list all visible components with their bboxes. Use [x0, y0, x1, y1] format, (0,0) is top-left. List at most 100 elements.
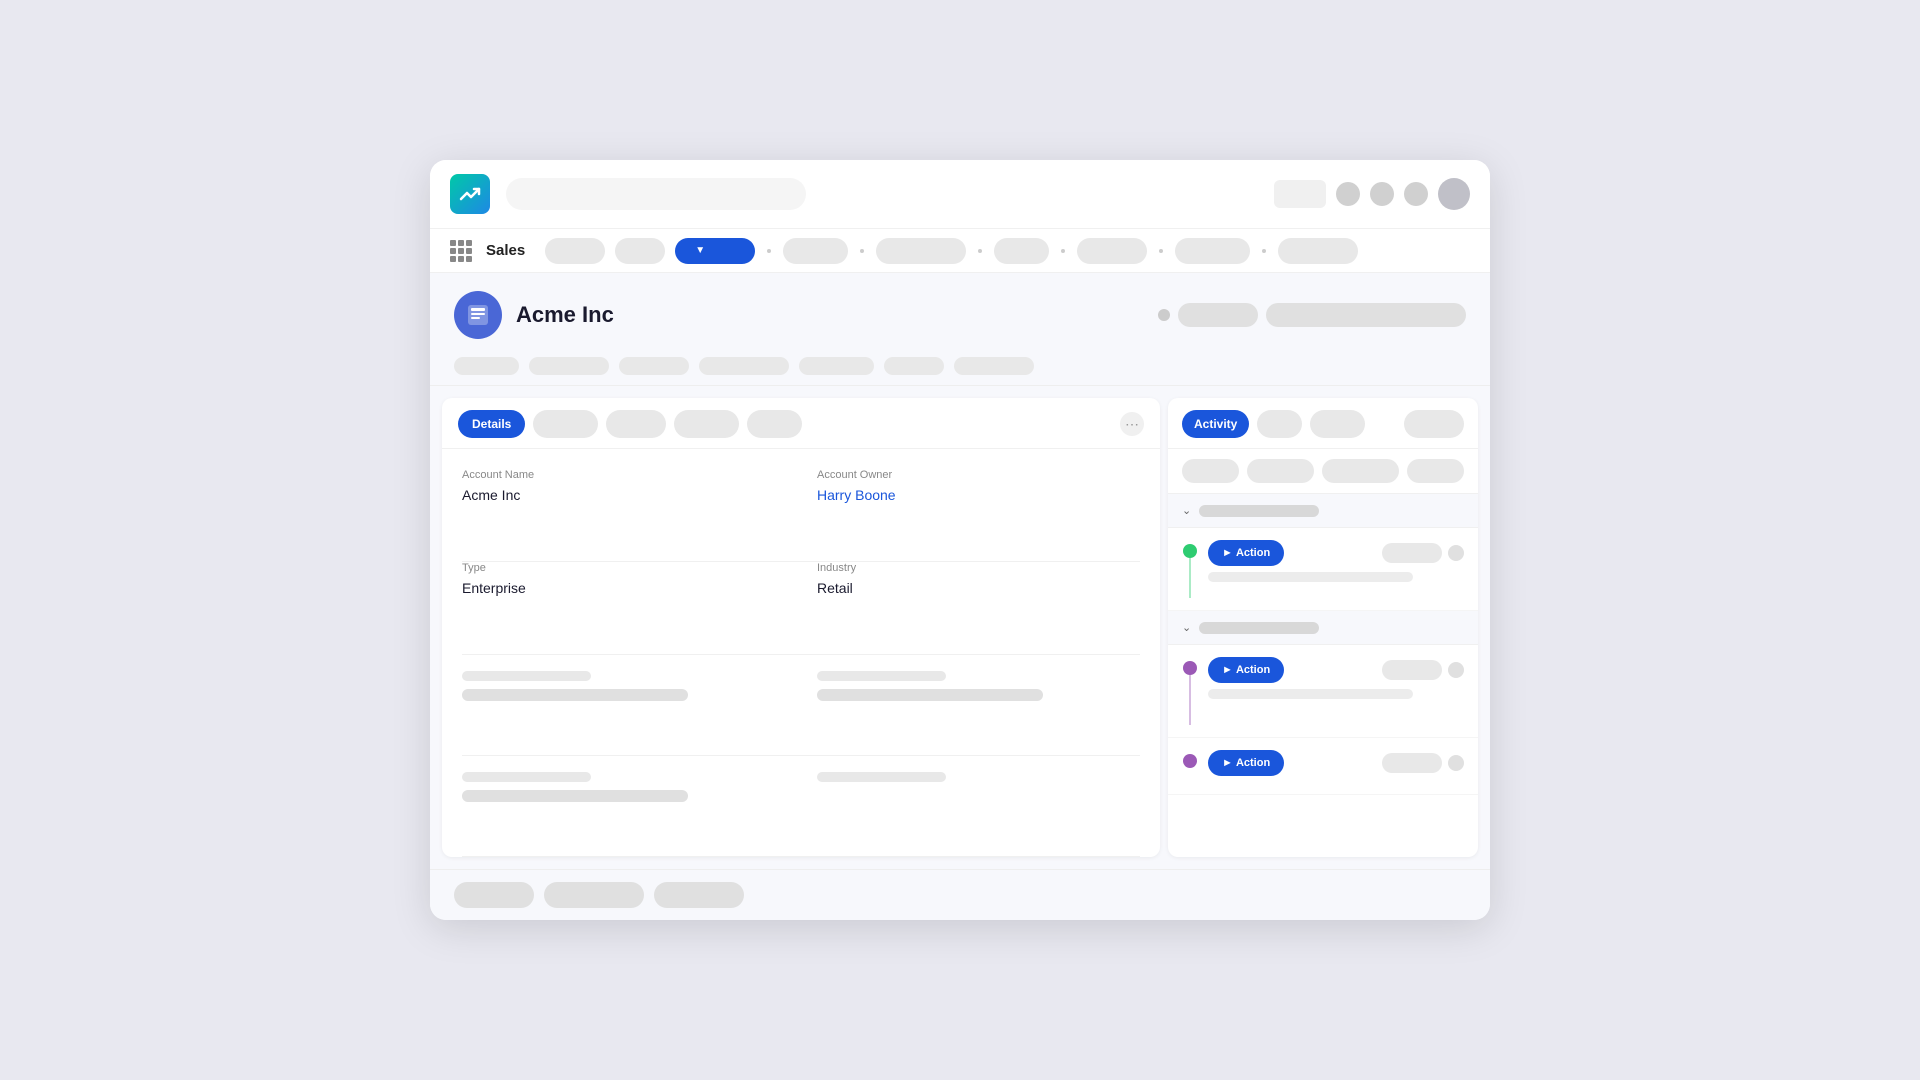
timeline-dot-col-3: [1182, 750, 1198, 768]
timeline-actions-2: [1382, 660, 1464, 680]
timeline-action-dot-3[interactable]: [1448, 755, 1464, 771]
panel-tab-contacts[interactable]: [674, 410, 739, 438]
nav-item-cases[interactable]: [1077, 238, 1147, 264]
account-name-label: Account Name: [462, 469, 785, 481]
left-panel: Details ⋯ Account Name Acme Inc Account …: [442, 398, 1160, 857]
skeleton-field-3: [462, 756, 801, 857]
header-action-btn-1[interactable]: [1178, 303, 1258, 327]
header-action-btn-2[interactable]: [1266, 303, 1466, 327]
filter-pill-2[interactable]: [1247, 459, 1314, 483]
sub-tab-2[interactable]: [529, 357, 609, 375]
sub-tab-6[interactable]: [884, 357, 944, 375]
section-title-2: [1199, 622, 1319, 634]
nav-item-dashboards[interactable]: [1278, 238, 1358, 264]
app-grid-icon[interactable]: [450, 240, 472, 262]
right-tab-extra[interactable]: [1404, 410, 1464, 438]
sub-tab-3[interactable]: [619, 357, 689, 375]
nav-dot-1: [767, 249, 771, 253]
sub-tab-5[interactable]: [799, 357, 874, 375]
nav-item-reports[interactable]: [1175, 238, 1250, 264]
filter-pill-4[interactable]: [1407, 459, 1464, 483]
panel-tab-details[interactable]: Details: [458, 410, 525, 438]
timeline-item-3: ► Action: [1168, 738, 1478, 795]
top-icon-1[interactable]: [1336, 182, 1360, 206]
timeline-dot-green: [1183, 544, 1197, 558]
timeline-line-wrap-1: ► Action: [1182, 540, 1464, 598]
top-icon-3[interactable]: [1404, 182, 1428, 206]
account-avatar: [454, 291, 502, 339]
type-field: Type Enterprise: [462, 562, 801, 655]
right-tab-activity[interactable]: Activity: [1182, 410, 1249, 438]
nav-item-feeds[interactable]: [615, 238, 665, 264]
nav-item-opportunities[interactable]: [876, 238, 966, 264]
app-logo: [450, 174, 490, 214]
right-panel-tabs: Activity: [1168, 398, 1478, 449]
account-owner-value[interactable]: Harry Boone: [817, 487, 1140, 503]
timeline-item-1: ► Action: [1168, 528, 1478, 611]
nav-item-leads[interactable]: [994, 238, 1049, 264]
header-area: Acme Inc: [430, 273, 1490, 386]
nav-dot-2: [860, 249, 864, 253]
filter-pill-3[interactable]: [1322, 459, 1398, 483]
filter-pill-1[interactable]: [1182, 459, 1239, 483]
nav-item-home[interactable]: [545, 238, 605, 264]
panel-tab-chatter[interactable]: [606, 410, 666, 438]
panel-tab-more[interactable]: ⋯: [1120, 412, 1144, 436]
timeline-content-1: ► Action: [1208, 540, 1464, 582]
timeline-action-skel-3: [1382, 753, 1442, 773]
right-filter-row: [1168, 449, 1478, 494]
nav-item-accounts[interactable]: ▼: [675, 238, 755, 264]
timeline-btn-2[interactable]: ► Action: [1208, 657, 1284, 683]
timeline-dot-col-2: [1182, 657, 1198, 725]
section-chevron-1[interactable]: ⌄: [1182, 504, 1191, 517]
industry-field: Industry Retail: [801, 562, 1140, 655]
timeline-action-skel-1: [1382, 543, 1442, 563]
section-chevron-2[interactable]: ⌄: [1182, 621, 1191, 634]
timeline-dot-purple-1: [1183, 661, 1197, 675]
right-tab-feed[interactable]: [1257, 410, 1302, 438]
timeline-item-2: ► Action: [1168, 645, 1478, 738]
panel-tab-deals[interactable]: [747, 410, 802, 438]
chevron-down-icon: ▼: [695, 245, 705, 256]
user-avatar[interactable]: [1438, 178, 1470, 210]
footer-pill-3[interactable]: [654, 882, 744, 908]
header-row: Acme Inc: [454, 291, 1466, 339]
timeline-vert-line-1: [1189, 558, 1191, 598]
timeline-top-row-2: ► Action: [1208, 657, 1464, 683]
timeline-sub-skel-1: [1208, 572, 1413, 582]
timeline-action-dot-2[interactable]: [1448, 662, 1464, 678]
header-actions: [1158, 303, 1466, 327]
timeline-vert-line-2: [1189, 675, 1191, 725]
account-owner-field: Account Owner Harry Boone: [801, 469, 1140, 562]
account-title: Acme Inc: [516, 302, 614, 328]
timeline-content-3: ► Action: [1208, 750, 1464, 782]
footer-pill-1[interactable]: [454, 882, 534, 908]
sub-tab-7[interactable]: [954, 357, 1034, 375]
top-bar: [430, 160, 1490, 229]
section-title-1: [1199, 505, 1319, 517]
right-tab-details[interactable]: [1310, 410, 1365, 438]
timeline-btn-3[interactable]: ► Action: [1208, 750, 1284, 776]
footer-bar: [430, 869, 1490, 920]
timeline-top-row-3: ► Action: [1208, 750, 1464, 776]
type-value: Enterprise: [462, 580, 785, 596]
timeline-line-wrap-2: ► Action: [1182, 657, 1464, 725]
top-icon-2[interactable]: [1370, 182, 1394, 206]
top-button-1[interactable]: [1274, 180, 1326, 208]
footer-pill-2[interactable]: [544, 882, 644, 908]
skeleton-field-4: [801, 756, 1140, 857]
timeline-sub-skel-2: [1208, 689, 1413, 699]
nav-dot-4: [1061, 249, 1065, 253]
sub-tab-1[interactable]: [454, 357, 519, 375]
search-bar[interactable]: [506, 178, 806, 210]
industry-label: Industry: [817, 562, 1140, 574]
nav-dot-5: [1159, 249, 1163, 253]
type-label: Type: [462, 562, 785, 574]
timeline-actions-1: [1382, 543, 1464, 563]
timeline-action-dot-1[interactable]: [1448, 545, 1464, 561]
nav-item-contacts[interactable]: [783, 238, 848, 264]
panel-tab-activity[interactable]: [533, 410, 598, 438]
sub-tab-4[interactable]: [699, 357, 789, 375]
timeline-btn-1[interactable]: ► Action: [1208, 540, 1284, 566]
header-action-dot[interactable]: [1158, 309, 1170, 321]
